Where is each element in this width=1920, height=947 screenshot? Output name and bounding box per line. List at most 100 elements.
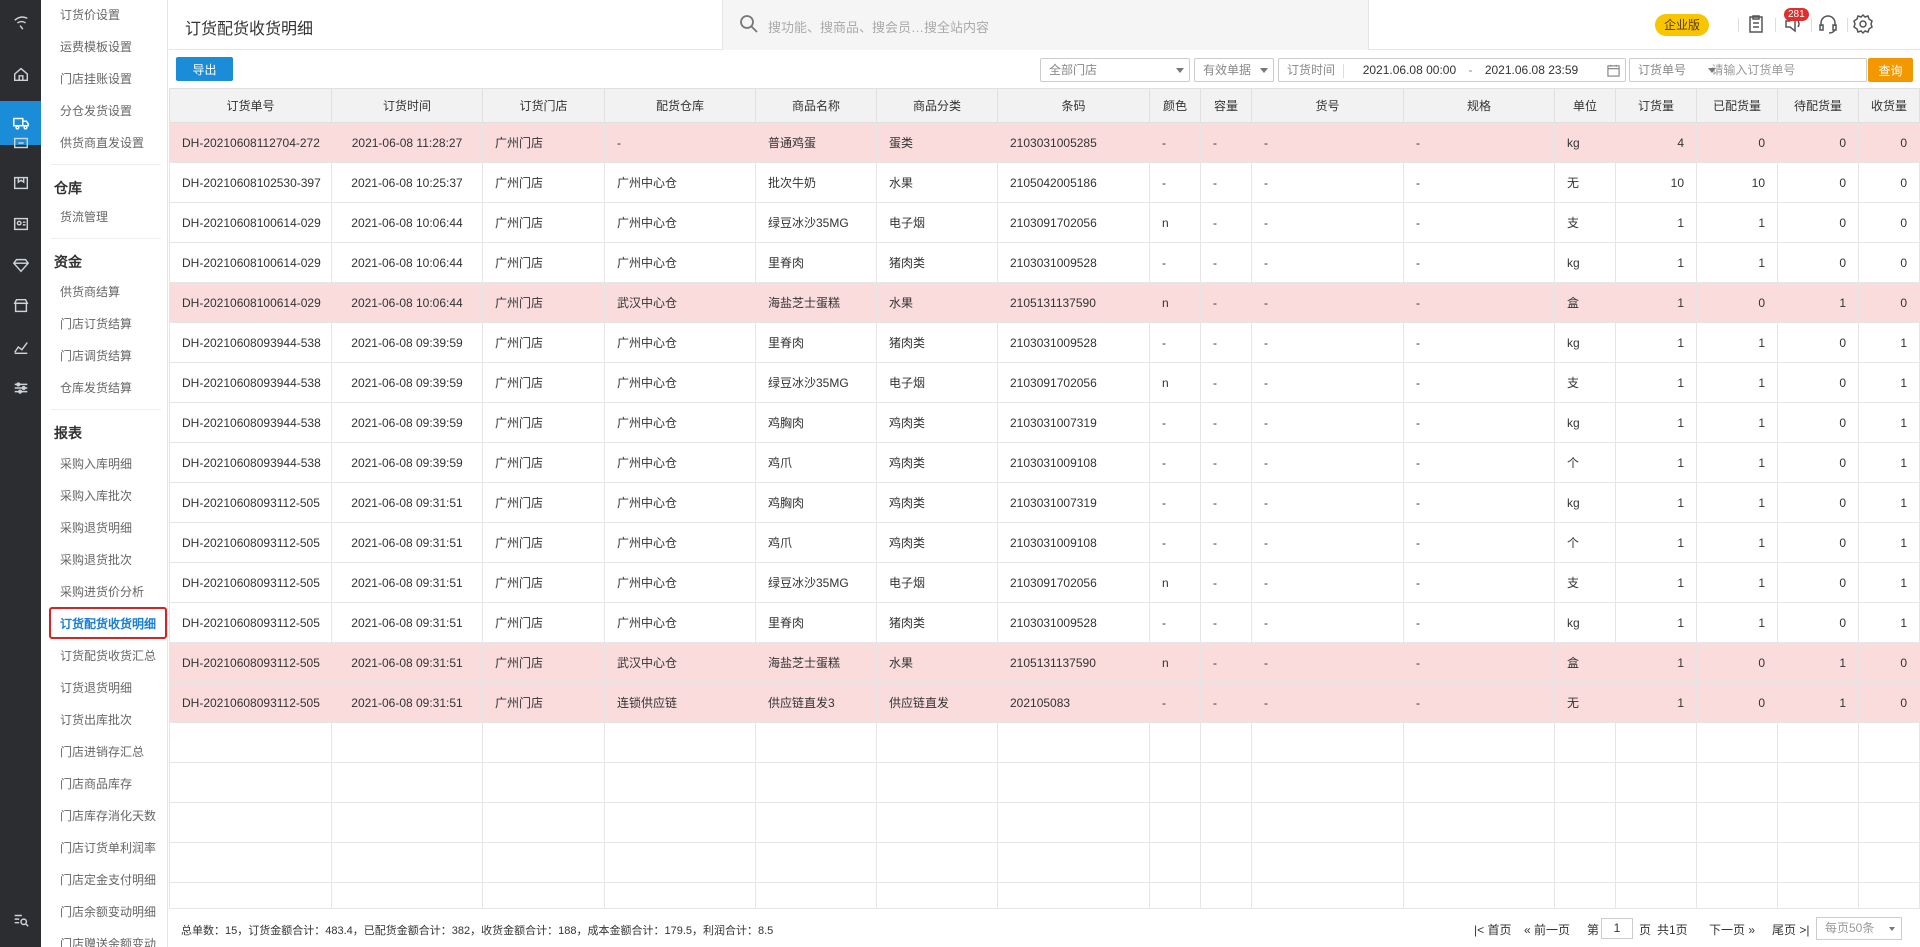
table-cell: 里脊肉 [755, 322, 877, 363]
empty-cell [997, 802, 1150, 843]
goods-icon[interactable] [0, 161, 41, 205]
empty-cell [1149, 762, 1201, 803]
sidebar-item[interactable]: 供货商直发设置 [60, 134, 144, 151]
column-header[interactable]: 容量 [1200, 88, 1252, 123]
column-header[interactable]: 待配货量 [1777, 88, 1859, 123]
diamond-icon[interactable] [0, 243, 41, 287]
date-range-picker[interactable]: 订货时间 2021.06.08 00:00 - 2021.06.08 23:59 [1278, 58, 1626, 82]
date-from[interactable]: 2021.06.08 00:00 [1363, 63, 1456, 77]
sidebar-item[interactable]: 门店余额变动明细 [60, 903, 156, 920]
column-header[interactable]: 条码 [997, 88, 1150, 123]
cashier-icon[interactable] [0, 121, 41, 165]
sidebar-item[interactable]: 采购进货价分析 [60, 583, 144, 600]
sidebar-item[interactable]: 采购退货批次 [60, 551, 132, 568]
clipboard-icon[interactable] [1745, 13, 1769, 37]
gear-icon[interactable] [1852, 13, 1876, 37]
column-header[interactable]: 颜色 [1149, 88, 1201, 123]
column-header[interactable]: 货号 [1251, 88, 1404, 123]
column-header[interactable]: 收货量 [1858, 88, 1920, 123]
sidebar-item[interactable]: 订货出库批次 [60, 711, 132, 728]
sidebar-item[interactable]: 门店商品库存 [60, 775, 132, 792]
table-row[interactable]: DH-20210608100614-029 2021-06-08 10:06:44… [169, 282, 1920, 323]
query-button[interactable]: 查询 [1868, 58, 1913, 82]
table-row[interactable]: DH-20210608093112-505 2021-06-08 09:31:51… [169, 642, 1920, 683]
table-row[interactable]: DH-20210608093112-505 2021-06-08 09:31:51… [169, 682, 1920, 723]
column-header[interactable]: 订货量 [1615, 88, 1697, 123]
date-separator: - [1468, 63, 1473, 77]
table-cell: 2103031007319 [997, 482, 1150, 523]
sidebar-item[interactable]: 仓库发货结算 [60, 379, 132, 396]
time-type-select[interactable]: 订货时间 [1287, 63, 1335, 77]
table-row[interactable]: DH-20210608112704-272 2021-06-08 11:28:27… [169, 122, 1920, 163]
column-header[interactable]: 商品名称 [755, 88, 877, 123]
menu-search-icon[interactable] [0, 898, 41, 942]
sidebar-item[interactable]: 门店挂账设置 [60, 70, 132, 87]
search-input[interactable]: 搜功能、搜商品、搜会员…搜全站内容 [768, 17, 989, 36]
next-page-button[interactable]: 下一页 » [1709, 921, 1755, 938]
sidebar-item[interactable]: 门店进销存汇总 [60, 743, 144, 760]
sidebar-item[interactable]: 货流管理 [60, 208, 108, 225]
sidebar-item[interactable]: 门店定金支付明细 [60, 871, 156, 888]
column-header[interactable]: 单位 [1554, 88, 1616, 123]
table-row[interactable]: DH-20210608093112-505 2021-06-08 09:31:51… [169, 522, 1920, 563]
table-cell: 0 [1777, 482, 1859, 523]
logo-icon[interactable] [0, 0, 41, 44]
last-page-button[interactable]: 尾页 >| [1772, 921, 1809, 938]
table-cell: 2021-06-08 09:31:51 [331, 562, 483, 603]
home-icon[interactable] [0, 52, 41, 96]
table-row[interactable]: DH-20210608093944-538 2021-06-08 09:39:59… [169, 442, 1920, 483]
column-header[interactable]: 配货仓库 [604, 88, 756, 123]
sidebar-item[interactable]: 订货退货明细 [60, 679, 132, 696]
sidebar-item-selected[interactable]: 订货配货收货明细 [49, 607, 167, 639]
headset-support-icon[interactable] [1817, 13, 1841, 37]
column-header[interactable]: 商品分类 [876, 88, 998, 123]
column-header[interactable]: 订货门店 [482, 88, 605, 123]
status-select[interactable]: 有效单据 [1194, 58, 1274, 82]
table-row[interactable]: DH-20210608093112-505 2021-06-08 09:31:51… [169, 482, 1920, 523]
member-icon[interactable] [0, 202, 41, 246]
sidebar-item[interactable]: 分仓发货设置 [60, 102, 132, 119]
table-row[interactable]: DH-20210608093944-538 2021-06-08 09:39:59… [169, 362, 1920, 403]
order-type-select[interactable]: 订货单号 [1638, 63, 1686, 77]
filter-toolbar: 导出 全部门店 有效单据 订货时间 2021.06.08 00:00 - 202… [169, 51, 1920, 88]
sidebar-item[interactable]: 门店赠送余额变动 [60, 935, 156, 947]
table-row[interactable]: DH-20210608102530-397 2021-06-08 10:25:37… [169, 162, 1920, 203]
table-row[interactable]: DH-20210608093112-505 2021-06-08 09:31:51… [169, 562, 1920, 603]
prev-page-button[interactable]: « 前一页 [1524, 921, 1570, 938]
sidebar-item[interactable]: 供货商结算 [60, 283, 120, 300]
global-search[interactable]: 搜功能、搜商品、搜会员…搜全站内容 [722, 0, 1369, 50]
settings-sliders-icon[interactable] [0, 366, 41, 410]
date-to[interactable]: 2021.06.08 23:59 [1485, 63, 1578, 77]
empty-cell [331, 722, 483, 763]
order-search[interactable]: 订货单号 请输入订货单号 [1629, 58, 1867, 82]
empty-cell [1149, 722, 1201, 763]
column-header[interactable]: 订货时间 [331, 88, 483, 123]
sidebar-item[interactable]: 订货配货收货汇总 [60, 647, 156, 664]
page-number-input[interactable]: 1 [1601, 918, 1633, 939]
report-chart-icon[interactable] [0, 325, 41, 369]
export-button[interactable]: 导出 [176, 57, 233, 81]
column-header[interactable]: 已配货量 [1696, 88, 1778, 123]
sidebar-item[interactable]: 门店订货结算 [60, 315, 132, 332]
sidebar-item[interactable]: 运费模板设置 [60, 38, 132, 55]
table-cell: 2105042005186 [997, 162, 1150, 203]
sidebar-item[interactable]: 门店订货单利润率 [60, 839, 156, 856]
table-row[interactable]: DH-20210608100614-029 2021-06-08 10:06:44… [169, 202, 1920, 243]
store-select[interactable]: 全部门店 [1040, 58, 1190, 82]
sidebar-item[interactable]: 订货价设置 [60, 6, 120, 23]
table-row[interactable]: DH-20210608093112-505 2021-06-08 09:31:51… [169, 602, 1920, 643]
column-header[interactable]: 规格 [1403, 88, 1555, 123]
sidebar-item[interactable]: 采购入库明细 [60, 455, 132, 472]
column-header[interactable]: 订货单号 [169, 88, 332, 123]
table-row[interactable]: DH-20210608093944-538 2021-06-08 09:39:59… [169, 322, 1920, 363]
order-number-input[interactable]: 请输入订货单号 [1711, 63, 1795, 77]
sidebar-item[interactable]: 门店调货结算 [60, 347, 132, 364]
table-row[interactable]: DH-20210608093944-538 2021-06-08 09:39:59… [169, 402, 1920, 443]
page-size-select[interactable]: 每页50条 [1816, 917, 1902, 940]
sidebar-item[interactable]: 采购入库批次 [60, 487, 132, 504]
first-page-button[interactable]: |< 首页 [1474, 921, 1511, 938]
sidebar-item[interactable]: 采购退货明细 [60, 519, 132, 536]
sidebar-item[interactable]: 门店库存消化天数 [60, 807, 156, 824]
table-row[interactable]: DH-20210608100614-029 2021-06-08 10:06:44… [169, 242, 1920, 283]
store-icon[interactable] [0, 284, 41, 328]
